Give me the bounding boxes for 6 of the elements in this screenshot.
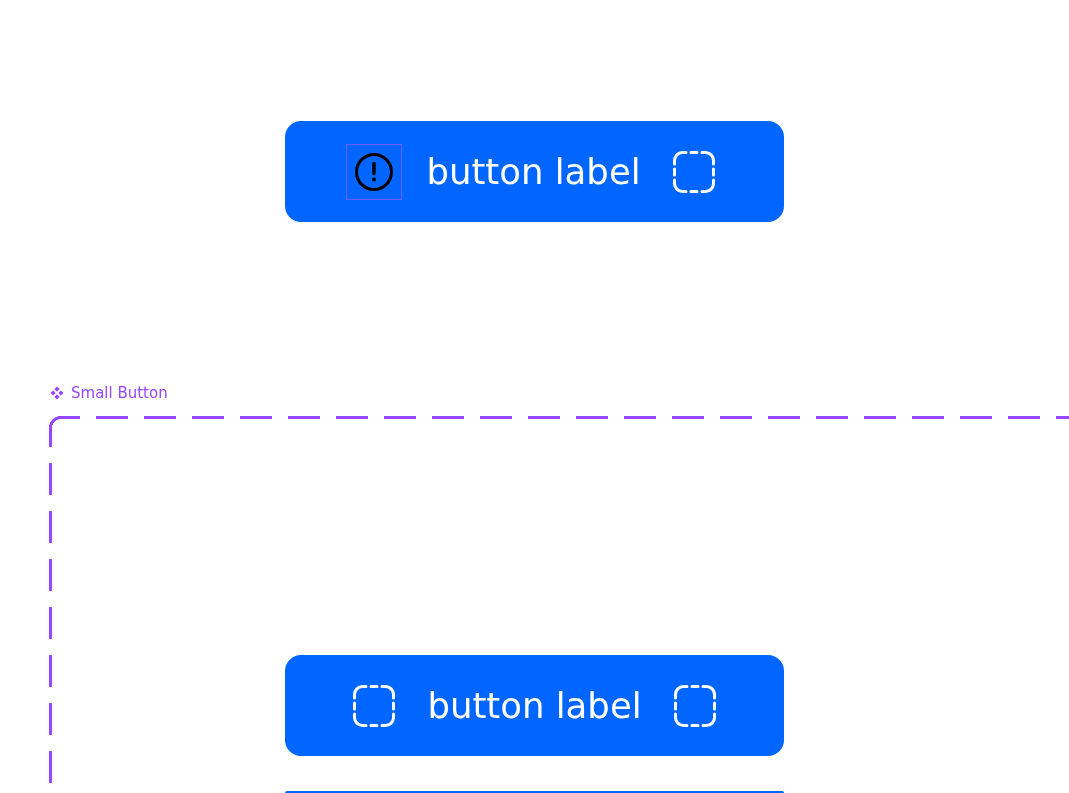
frame-title: Small Button — [71, 384, 168, 402]
button-edge[interactable] — [285, 791, 784, 793]
alert-circle-icon — [354, 151, 395, 192]
button[interactable]: button label — [285, 121, 784, 222]
button[interactable]: button label — [285, 655, 784, 756]
component-icon — [50, 386, 64, 400]
